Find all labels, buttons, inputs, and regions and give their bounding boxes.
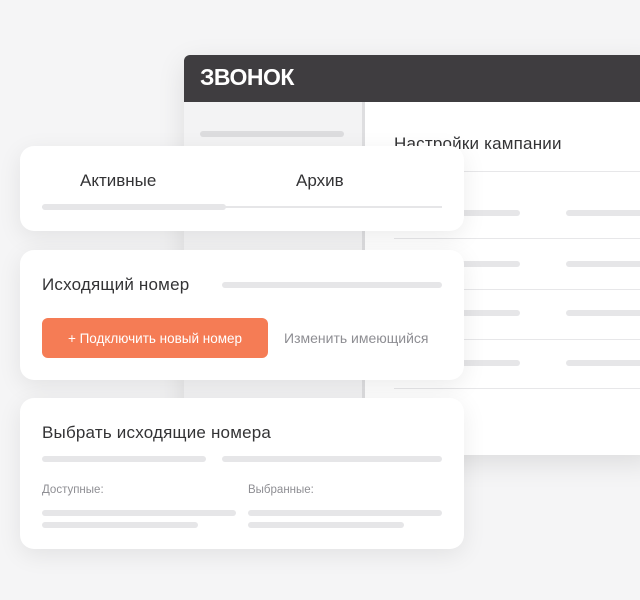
sidebar-placeholder-bar <box>200 131 344 137</box>
select-numbers-card: Выбрать исходящие номера Доступные: Выбр… <box>20 398 464 549</box>
row-divider <box>394 388 640 389</box>
selected-list-item[interactable] <box>248 522 404 528</box>
filter-placeholder-bar <box>222 456 442 462</box>
change-existing-link[interactable]: Изменить имеющийся <box>284 330 429 346</box>
tabs-card: Активные Архив <box>20 146 464 231</box>
tab-archive[interactable]: Архив <box>296 171 344 191</box>
selected-label: Выбранные: <box>248 484 314 496</box>
available-list-item[interactable] <box>42 522 198 528</box>
available-label: Доступные: <box>42 484 104 496</box>
outgoing-number-card: Исходящий номер + Подключить новый номер… <box>20 250 464 380</box>
row-placeholder <box>566 360 640 366</box>
tab-active[interactable]: Активные <box>80 171 156 191</box>
connect-new-number-button[interactable]: + Подключить новый номер <box>42 318 268 358</box>
app-header: ЗВОНОК <box>184 55 640 102</box>
row-placeholder <box>566 261 640 267</box>
logo: ЗВОНОК <box>200 64 294 90</box>
title-placeholder-bar <box>222 282 442 288</box>
select-numbers-title: Выбрать исходящие номера <box>42 423 272 442</box>
row-placeholder <box>566 210 640 216</box>
row-placeholder <box>566 310 640 316</box>
selected-list-item[interactable] <box>248 510 442 516</box>
row-divider <box>394 238 640 239</box>
outgoing-number-title: Исходящий номер <box>42 275 190 294</box>
tab-active-indicator <box>42 204 226 210</box>
available-list-item[interactable] <box>42 510 236 516</box>
filter-placeholder-bar <box>42 456 206 462</box>
